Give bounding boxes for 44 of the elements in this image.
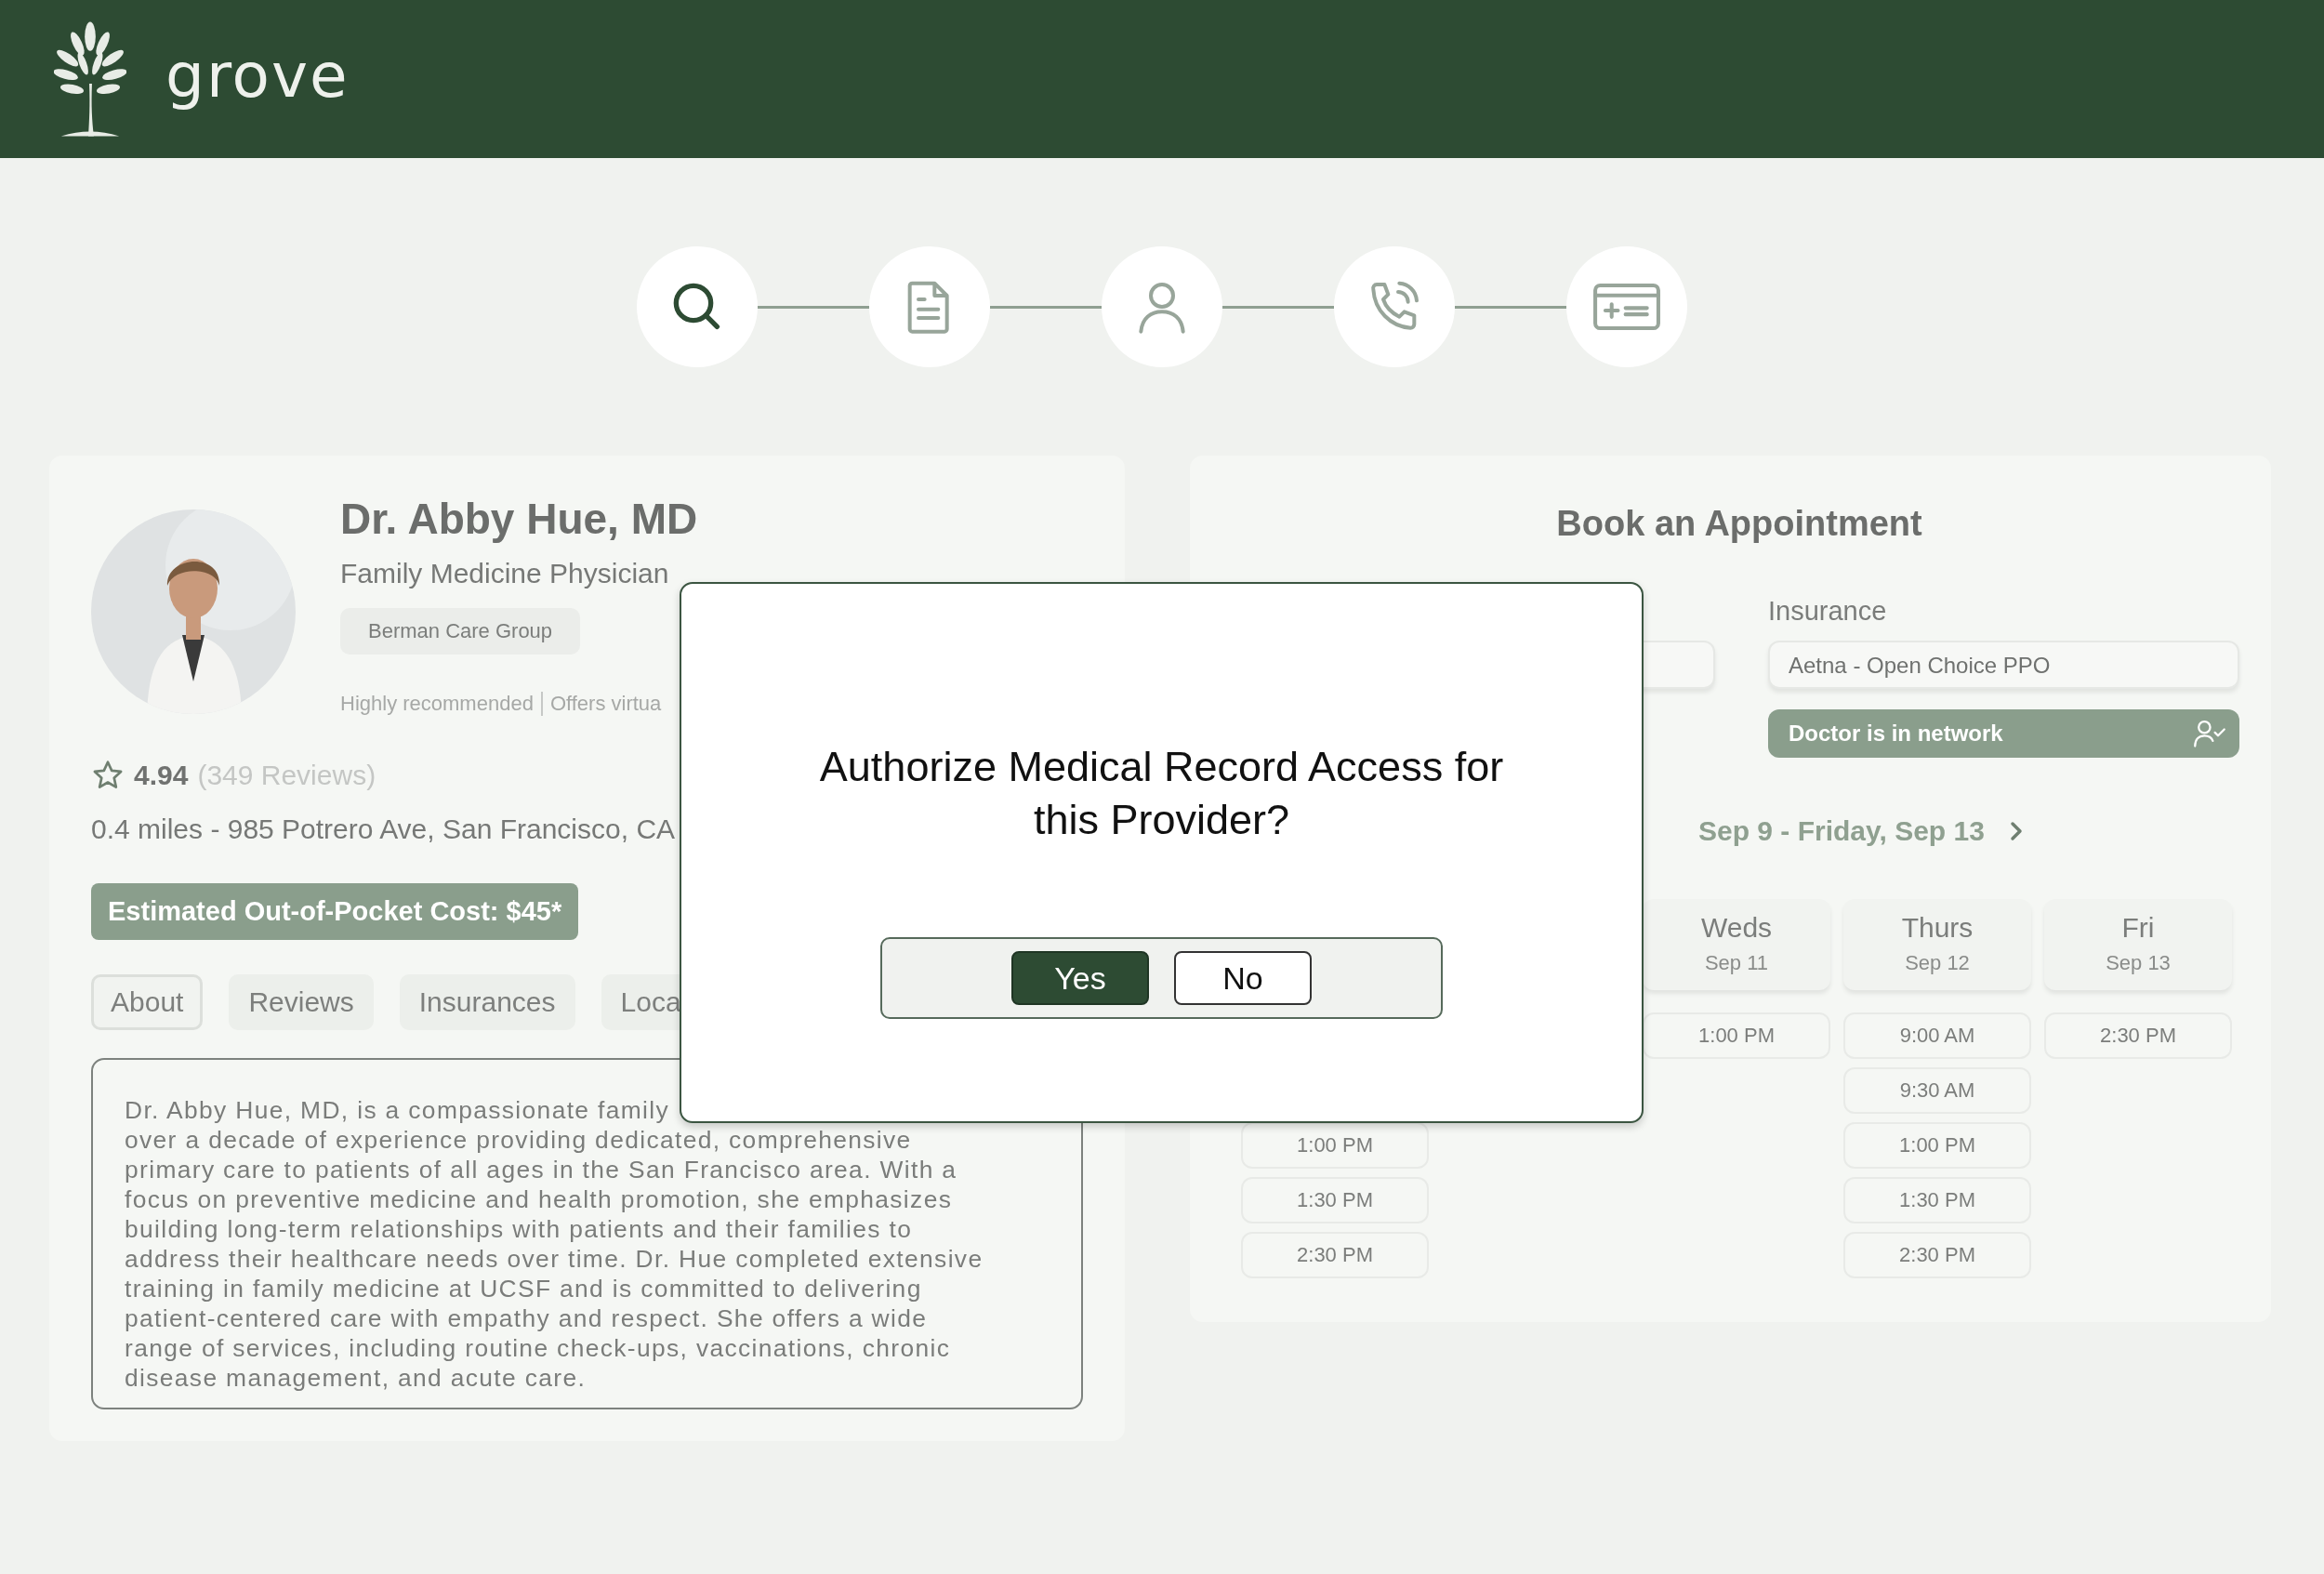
cancel-button[interactable]: No bbox=[1174, 951, 1312, 1005]
day-date: Sep 13 bbox=[2106, 951, 2171, 975]
specialty: Family Medicine Physician bbox=[340, 558, 669, 589]
brand-name: grove bbox=[165, 39, 350, 112]
dialog-title: Authorize Medical Record Access for this Provider? bbox=[818, 742, 1505, 845]
day-date: Sep 12 bbox=[1905, 951, 1970, 975]
highlight-text: Highly recommended bbox=[340, 692, 534, 716]
time-slot[interactable]: 2:30 PM bbox=[1843, 1232, 2031, 1278]
profile-tab[interactable]: Insurances bbox=[399, 974, 575, 1030]
card-icon bbox=[1591, 281, 1662, 333]
group-tag: Berman Care Group bbox=[340, 608, 581, 655]
next-week-icon[interactable] bbox=[2008, 820, 2024, 842]
time-slot[interactable]: 2:30 PM bbox=[1241, 1232, 1429, 1278]
tree-logo-icon bbox=[54, 20, 126, 139]
time-slot[interactable]: 1:00 PM bbox=[1241, 1122, 1429, 1169]
confirm-button[interactable]: Yes bbox=[1011, 951, 1149, 1005]
profile-tab[interactable]: About bbox=[91, 974, 204, 1030]
time-slot[interactable]: 2:30 PM bbox=[2044, 1012, 2232, 1059]
about-paragraph: Dr. Abby Hue, MD, is a compassionate family over a decade of experience providing dedicated, comprehensive primary care to patients of all ages in the San Francisco area. With a focus on preventive medicine and health promotion, she emphasizes building long-term relationships with patients and their families to address their healthcare needs over time. Dr. Hue completed extensive training in family medicine at UCSF and is committed to delivering patient-centered care with empathy and respect. She offers a wide range of services, including routine check-ups, vaccinations, chronic disease management, and acute care. bbox=[125, 1095, 984, 1393]
doctor-name: Dr. Abby Hue, MD bbox=[340, 494, 698, 545]
week-range: Sep 9 - Friday, Sep 13 bbox=[1698, 815, 1985, 847]
time-slot[interactable]: 1:00 PM bbox=[1843, 1122, 2031, 1169]
day-name: Fri bbox=[2121, 912, 2155, 944]
profile-tab[interactable]: Reviews bbox=[229, 974, 374, 1030]
booking-title: Book an Appointment bbox=[1555, 504, 1923, 544]
insurance-field[interactable]: Aetna - Open Choice PPO bbox=[1768, 641, 2239, 689]
person-check-icon bbox=[2193, 719, 2226, 748]
day-header[interactable]: Thurs Sep 12 bbox=[1843, 899, 2031, 990]
address-text: 0.4 miles - 985 Potrero Ave, San Francisco, CA bbox=[91, 813, 676, 845]
time-slot[interactable]: 9:30 AM bbox=[1843, 1067, 2031, 1114]
insurance-label: Insurance bbox=[1768, 596, 1888, 628]
highlight-text: Offers virtua bbox=[540, 692, 662, 716]
time-slot[interactable]: 1:00 PM bbox=[1643, 1012, 1830, 1059]
day-header[interactable]: Weds Sep 11 bbox=[1643, 899, 1830, 990]
rating-value: 4.94 bbox=[134, 760, 189, 791]
day-name: Thurs bbox=[1901, 912, 1974, 944]
time-slot[interactable]: 1:30 PM bbox=[1241, 1177, 1429, 1223]
day-date: Sep 11 bbox=[1704, 951, 1769, 975]
cost-badge: Estimated Out-of-Pocket Cost: $45* bbox=[91, 883, 579, 940]
time-slot[interactable]: 1:30 PM bbox=[1843, 1177, 2031, 1223]
day-header[interactable]: Fri Sep 13 bbox=[2044, 899, 2232, 990]
day-name: Weds bbox=[1700, 912, 1773, 944]
time-slot[interactable]: 9:00 AM bbox=[1843, 1012, 2031, 1059]
network-status-text: Doctor is in network bbox=[1789, 721, 2003, 747]
